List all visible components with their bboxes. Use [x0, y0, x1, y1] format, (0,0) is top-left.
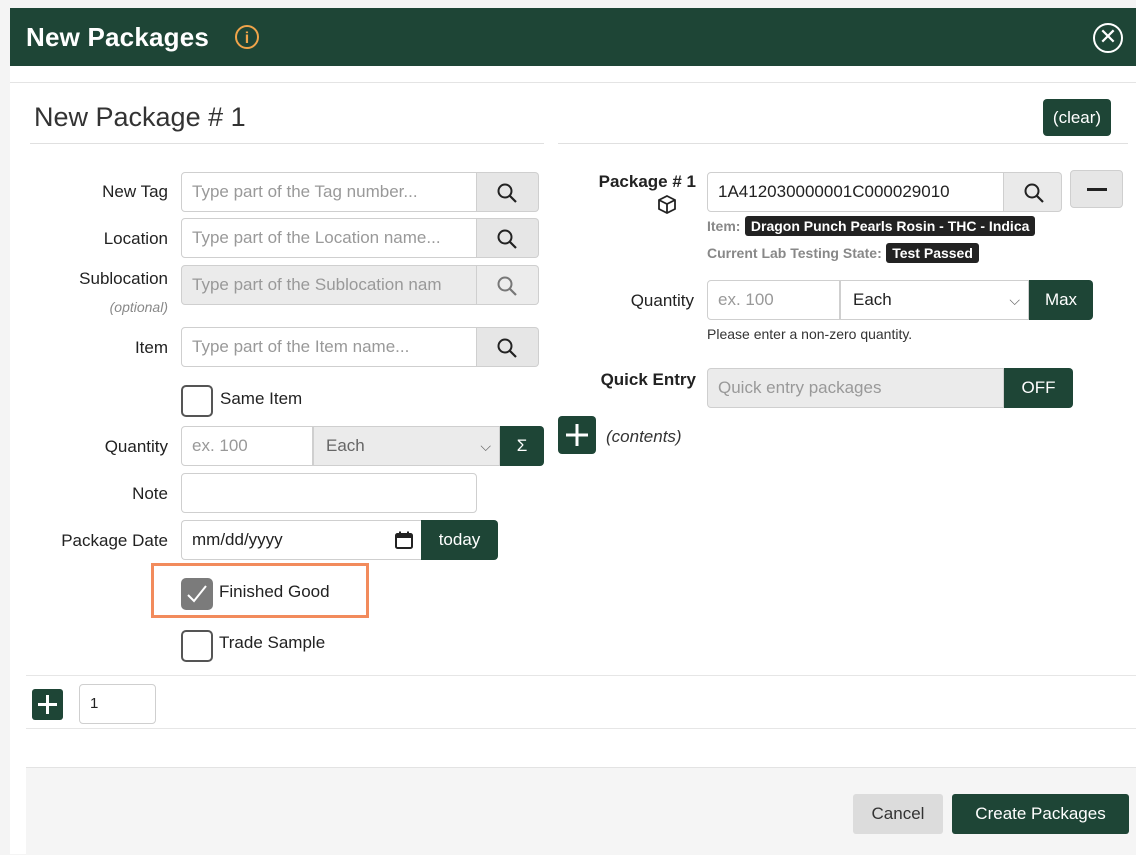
quantity-hint: Please enter a non-zero quantity. [707, 326, 913, 342]
search-icon [497, 229, 517, 249]
quick-entry-input[interactable]: Quick entry packages [707, 368, 1004, 408]
dialog-header: New Packages i ✕ [10, 8, 1136, 66]
quantity-label: Quantity [104, 437, 168, 456]
right-divider [558, 143, 1128, 144]
sublocation-label: Sublocation [79, 269, 168, 288]
plus-icon [566, 424, 588, 446]
trade-sample-checkbox[interactable] [181, 630, 213, 662]
finished-good-label: Finished Good [219, 582, 330, 601]
quantity-input[interactable]: ex. 100 [181, 426, 313, 466]
source-item-badge: Dragon Punch Pearls Rosin - THC - Indica [744, 216, 1036, 236]
source-item-label: Item: [707, 218, 741, 234]
left-divider [30, 143, 544, 144]
search-icon [1024, 183, 1044, 203]
lab-state-label: Current Lab Testing State: [707, 245, 882, 261]
finished-good-checkbox[interactable] [181, 578, 213, 610]
same-item-label: Same Item [220, 389, 303, 408]
location-input[interactable]: Type part of the Location name... [181, 218, 477, 258]
quantity-unit-value: Each [326, 436, 365, 455]
plus-icon [38, 695, 57, 714]
minus-icon [1087, 188, 1107, 191]
cancel-button[interactable]: Cancel [853, 794, 943, 834]
add-package-bar: 1 [26, 675, 1136, 729]
search-icon [497, 276, 517, 296]
add-contents-button[interactable] [558, 416, 596, 454]
new-tag-search-button[interactable] [477, 172, 539, 212]
new-tag-input[interactable]: Type part of the Tag number... [181, 172, 477, 212]
calendar-icon-wrap[interactable] [391, 520, 421, 560]
chevron-down-icon: ⌵ [480, 438, 491, 454]
source-item-row: Item: Dragon Punch Pearls Rosin - THC - … [707, 216, 1036, 236]
chevron-down-icon: ⌵ [1009, 292, 1020, 308]
header-divider [10, 82, 1136, 83]
today-button[interactable]: today [421, 520, 498, 560]
source-package-label: Package # 1 [598, 172, 696, 191]
item-input[interactable]: Type part of the Item name... [181, 327, 477, 367]
package-title: New Package # 1 [34, 102, 246, 132]
add-package-button[interactable] [32, 689, 63, 720]
sublocation-optional-hint: (optional) [109, 299, 168, 315]
search-icon [497, 338, 517, 358]
quantity-sum-button[interactable]: Σ [500, 426, 544, 466]
dialog-title: New Packages [26, 22, 210, 52]
item-label: Item [134, 338, 168, 357]
quick-entry-label: Quick Entry [600, 370, 696, 389]
source-quantity-input[interactable]: ex. 100 [707, 280, 840, 320]
package-date-input[interactable]: mm/dd/yyyy [181, 520, 421, 560]
location-search-button[interactable] [477, 218, 539, 258]
item-search-button[interactable] [477, 327, 539, 367]
package-date-label: Package Date [61, 531, 168, 550]
source-tag-input[interactable]: 1A412030000001C000029010 [707, 172, 1004, 212]
checkmark-icon [187, 585, 207, 603]
new-packages-dialog: New Packages i ✕ New Package # 1 (clear)… [10, 8, 1136, 855]
note-label: Note [132, 484, 168, 503]
package-box-icon [658, 194, 676, 215]
calendar-icon [395, 531, 413, 549]
note-input[interactable] [181, 473, 477, 513]
package-count-input[interactable]: 1 [79, 684, 156, 724]
quantity-unit-select[interactable]: Each ⌵ [313, 426, 500, 466]
search-icon [497, 183, 517, 203]
info-icon[interactable]: i [235, 25, 259, 49]
sublocation-search-button[interactable] [477, 265, 539, 305]
close-icon[interactable]: ✕ [1093, 23, 1123, 53]
source-unit-value: Each [853, 290, 892, 309]
quick-entry-toggle[interactable]: OFF [1004, 368, 1073, 408]
remove-source-button[interactable] [1070, 170, 1123, 208]
source-quantity-label: Quantity [630, 291, 694, 310]
trade-sample-label: Trade Sample [219, 633, 326, 652]
location-label: Location [103, 229, 168, 248]
create-packages-button[interactable]: Create Packages [952, 794, 1129, 834]
contents-label: (contents) [606, 427, 682, 446]
background-edge [0, 0, 10, 854]
new-tag-label: New Tag [102, 182, 168, 201]
source-tag-search-button[interactable] [1004, 172, 1062, 212]
lab-state-row: Current Lab Testing State: Test Passed [707, 243, 979, 263]
source-unit-select[interactable]: Each ⌵ [840, 280, 1029, 320]
same-item-checkbox[interactable] [181, 385, 213, 417]
sublocation-input[interactable]: Type part of the Sublocation nam [181, 265, 477, 305]
max-button[interactable]: Max [1029, 280, 1093, 320]
clear-button[interactable]: (clear) [1043, 99, 1111, 136]
lab-state-badge: Test Passed [886, 243, 979, 263]
